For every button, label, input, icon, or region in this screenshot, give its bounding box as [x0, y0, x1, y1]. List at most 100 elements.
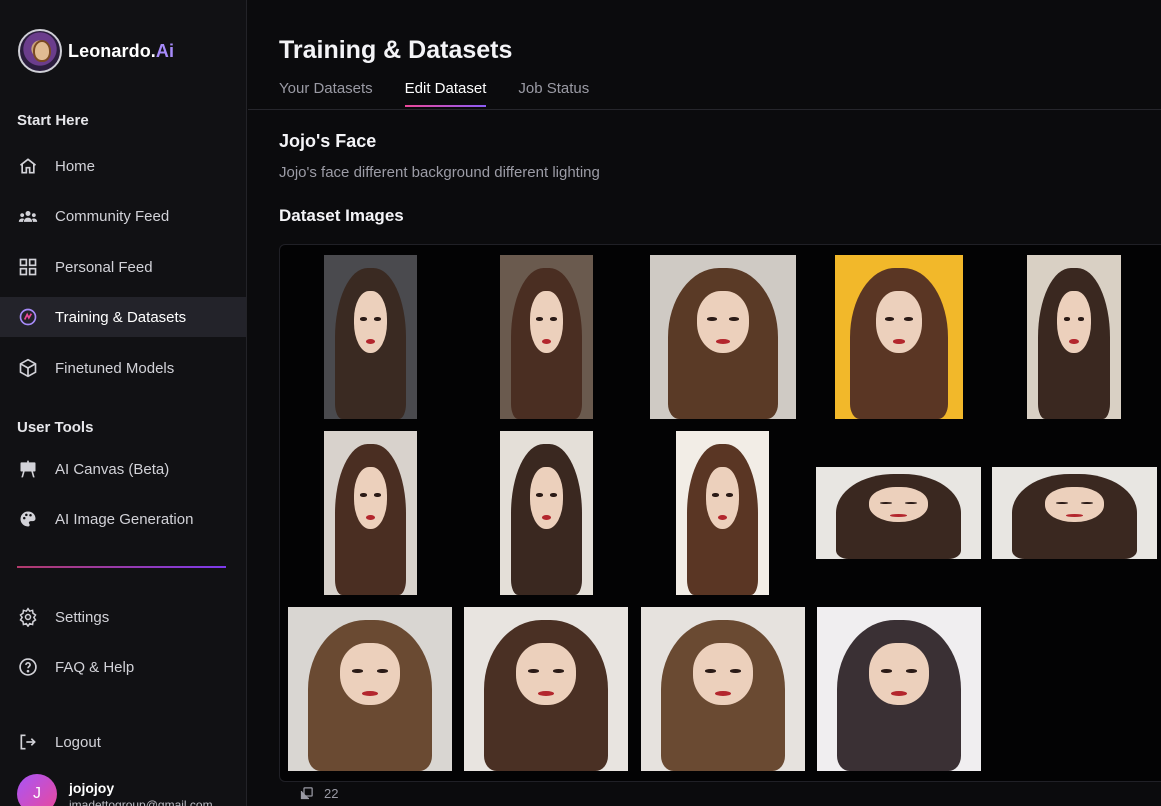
portrait-lips: [365, 514, 376, 520]
portrait-eye: [904, 317, 914, 321]
portrait-eye: [552, 669, 565, 673]
portrait-face: [875, 291, 923, 354]
portrait-eye: [351, 669, 364, 673]
dataset-image[interactable]: [324, 255, 417, 419]
section-user-tools: User Tools: [17, 419, 94, 436]
dataset-image[interactable]: [835, 255, 963, 419]
sidebar-item-label: AI Image Generation: [55, 510, 194, 528]
dataset-name: Jojo's Face: [279, 131, 377, 151]
home-icon: [17, 156, 38, 177]
sidebar-item-label: Settings: [55, 608, 110, 626]
sidebar-item-ai-image-generation[interactable]: AI Image Generation: [0, 499, 246, 539]
dataset-image[interactable]: [464, 607, 628, 771]
portrait-eye: [726, 493, 733, 497]
portrait-eye: [704, 669, 717, 673]
training-icon: [17, 307, 38, 328]
community-icon: [17, 206, 38, 227]
portrait-eye: [728, 317, 740, 321]
sidebar-item-label: Community Feed: [55, 207, 170, 225]
tab-bar: Your Datasets Edit Dataset Job Status: [279, 80, 589, 107]
dataset-image-gallery: [279, 244, 1161, 782]
dataset-image[interactable]: [817, 607, 981, 771]
section-start-here: Start Here: [17, 112, 89, 129]
dataset-image[interactable]: [1027, 255, 1121, 419]
portrait-eye: [880, 501, 892, 504]
image-count: 22: [299, 786, 338, 801]
portrait-face: [696, 291, 750, 354]
dataset-image[interactable]: [816, 467, 981, 559]
sidebar-item-personal-feed[interactable]: Personal Feed: [0, 247, 246, 287]
portrait-face: [693, 643, 753, 706]
portrait-lips: [890, 513, 907, 517]
sidebar-item-label: Finetuned Models: [55, 359, 175, 377]
dataset-image[interactable]: [500, 431, 593, 595]
user-profile[interactable]: J jojojoy jmadettogroup@gmail.com: [17, 774, 213, 806]
sidebar-item-label: Home: [55, 157, 96, 175]
portrait-eye: [536, 493, 543, 497]
portrait-eye: [374, 317, 381, 321]
portrait-face: [1057, 291, 1091, 354]
portrait-face: [353, 467, 388, 530]
brand[interactable]: Leonardo.Ai: [18, 29, 174, 73]
portrait-eye: [884, 317, 894, 321]
sidebar-item-faq-help[interactable]: FAQ & Help: [0, 647, 246, 687]
portrait-eye: [374, 493, 381, 497]
portrait-eye: [905, 501, 917, 504]
sidebar-item-home[interactable]: Home: [0, 146, 246, 186]
portrait-face: [1044, 487, 1105, 523]
portrait-lips: [715, 338, 731, 344]
sidebar-item-label: Training & Datasets: [55, 308, 187, 326]
dataset-image[interactable]: [650, 255, 796, 419]
sidebar-item-training-datasets[interactable]: Training & Datasets: [0, 297, 246, 337]
sidebar-item-logout[interactable]: Logout: [0, 722, 246, 762]
portrait-eye: [1056, 501, 1068, 504]
portrait-eye: [376, 669, 389, 673]
portrait-lips: [892, 338, 906, 344]
portrait-face: [529, 467, 564, 530]
sidebar-item-community-feed[interactable]: Community Feed: [0, 196, 246, 236]
dataset-image[interactable]: [992, 467, 1157, 559]
sidebar-item-label: FAQ & Help: [55, 658, 135, 676]
portrait-eye: [1081, 501, 1093, 504]
portrait-eye: [905, 669, 918, 673]
dataset-image[interactable]: [676, 431, 769, 595]
tab-job-status[interactable]: Job Status: [518, 80, 589, 107]
sidebar-item-ai-canvas[interactable]: AI Canvas (Beta): [0, 449, 246, 489]
portrait-face: [516, 643, 576, 706]
portrait-lips: [1066, 513, 1083, 517]
portrait-eye: [706, 317, 718, 321]
portrait-lips: [541, 338, 552, 344]
portrait-eye: [1063, 317, 1071, 321]
portrait-lips: [537, 690, 555, 696]
tab-edit-dataset[interactable]: Edit Dataset: [404, 80, 486, 107]
portrait-face: [705, 467, 740, 530]
portrait-eye: [360, 493, 367, 497]
portrait-eye: [1077, 317, 1085, 321]
dataset-image[interactable]: [324, 431, 417, 595]
gear-icon: [17, 607, 38, 628]
dataset-images-heading: Dataset Images: [279, 206, 404, 225]
image-count-value: 22: [324, 786, 339, 801]
sidebar-item-label: AI Canvas (Beta): [55, 460, 170, 478]
avatar: J: [17, 774, 57, 806]
portrait-face: [529, 291, 564, 354]
dataset-image[interactable]: [500, 255, 593, 419]
page-title: Training & Datasets: [279, 36, 513, 64]
cube-icon: [17, 358, 38, 379]
tab-your-datasets[interactable]: Your Datasets: [279, 80, 373, 107]
grid-icon: [17, 257, 38, 278]
brand-name: Leonardo.Ai: [68, 40, 175, 61]
dataset-image[interactable]: [288, 607, 452, 771]
portrait-lips: [1069, 338, 1079, 344]
dataset-description: Jojo's face different background differe…: [279, 164, 600, 181]
dataset-image[interactable]: [641, 607, 805, 771]
logout-icon: [17, 732, 38, 753]
sidebar: Leonardo.Ai Start Here Home Community Fe…: [0, 0, 247, 806]
user-name: jojojoy: [69, 780, 115, 796]
sidebar-item-finetuned-models[interactable]: Finetuned Models: [0, 348, 246, 388]
portrait-eye: [536, 317, 543, 321]
portrait-face: [868, 487, 929, 523]
help-icon: [17, 657, 38, 678]
sidebar-item-settings[interactable]: Settings: [0, 597, 246, 637]
palette-icon: [17, 509, 38, 530]
